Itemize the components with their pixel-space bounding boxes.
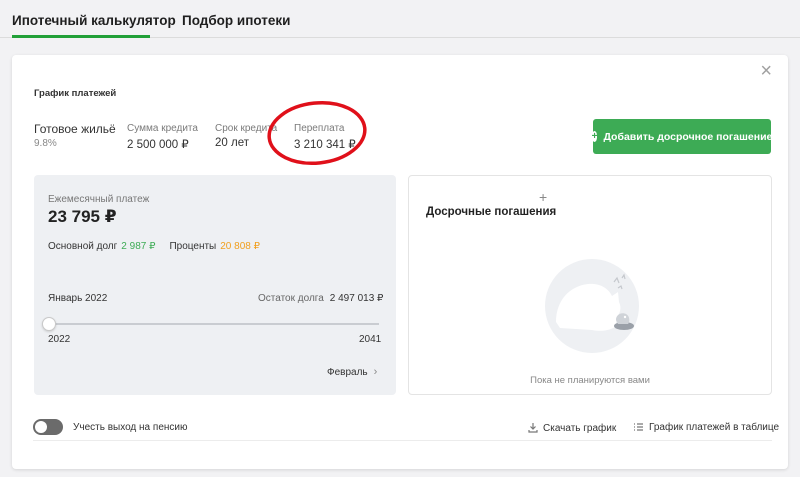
payment-breakdown: Основной долг 2 987 ₽ Проценты 20 808 ₽ bbox=[48, 241, 260, 252]
monthly-payment-label: Ежемесячный платеж bbox=[48, 194, 150, 205]
product-rate: 9.8% bbox=[34, 138, 57, 149]
loan-amount-label: Сумма кредита bbox=[127, 123, 198, 134]
overpayment-value: 3 210 341 ₽ bbox=[294, 139, 356, 151]
remaining-balance-value: 2 497 013 ₽ bbox=[329, 293, 384, 304]
loan-term: Срок кредита 20 лет bbox=[215, 123, 277, 149]
chevron-right-icon: › bbox=[373, 366, 378, 378]
schedule-table-label: График платежей в таблице bbox=[649, 422, 780, 433]
download-schedule-label: Скачать график bbox=[543, 423, 617, 434]
early-repayments-title: Досрочные погашения bbox=[426, 206, 557, 218]
slider-end-year: 2041 bbox=[359, 334, 382, 345]
interest-label: Проценты bbox=[169, 241, 217, 252]
overpayment-label: Переплата bbox=[294, 123, 345, 134]
loan-term-label: Срок кредита bbox=[215, 123, 278, 134]
loan-amount-value: 2 500 000 ₽ bbox=[127, 139, 189, 151]
close-icon[interactable]: × bbox=[760, 61, 772, 81]
empty-state-cat-icon bbox=[545, 259, 639, 353]
loan-amount: Сумма кредита 2 500 000 ₽ bbox=[127, 123, 198, 151]
timeline-slider-handle[interactable] bbox=[42, 317, 56, 331]
interest-value: 20 808 ₽ bbox=[220, 241, 260, 252]
next-month-button[interactable]: Февраль › bbox=[327, 366, 377, 378]
monthly-payment-value: 23 795 ₽ bbox=[48, 207, 117, 226]
monthly-payment-panel: Ежемесячный платеж 23 795 ₽ Основной дол… bbox=[34, 175, 396, 395]
next-month-label: Февраль bbox=[327, 367, 368, 378]
product-info: Готовое жильё 9.8% bbox=[34, 122, 116, 149]
remaining-balance: Остаток долга 2 497 013 ₽ bbox=[258, 293, 383, 304]
footer-divider bbox=[33, 440, 772, 441]
section-title: График платежей bbox=[34, 88, 117, 99]
early-repayments-panel: + Досрочные погашения Пока не планируютс… bbox=[408, 175, 772, 395]
product-name: Готовое жильё bbox=[34, 122, 116, 136]
remaining-balance-label: Остаток долга bbox=[258, 293, 324, 304]
schedule-table-link[interactable]: График платежей в таблице bbox=[633, 422, 779, 433]
tab-mortgage-calculator[interactable]: Ипотечный калькулятор bbox=[12, 13, 176, 28]
pension-toggle[interactable] bbox=[33, 419, 63, 435]
empty-state-text: Пока не планируются вами bbox=[530, 375, 650, 386]
active-tab-indicator bbox=[12, 35, 150, 38]
tab-bar: Ипотечный калькулятор Подбор ипотеки bbox=[0, 0, 800, 38]
pension-toggle-label: Учесть выход на пенсию bbox=[73, 422, 188, 433]
plus-circle-icon: + bbox=[591, 131, 598, 142]
principal-value: 2 987 ₽ bbox=[121, 241, 156, 252]
principal-label: Основной долг bbox=[48, 241, 118, 252]
toggle-knob bbox=[35, 421, 47, 433]
add-icon[interactable]: + bbox=[539, 189, 547, 205]
overpayment: Переплата 3 210 341 ₽ bbox=[294, 123, 356, 151]
list-icon bbox=[634, 423, 643, 431]
slider-start-year: 2022 bbox=[48, 334, 71, 345]
selected-month: Январь 2022 bbox=[48, 293, 108, 304]
payment-schedule-card: × График платежей Готовое жильё 9.8% Сум… bbox=[12, 55, 788, 469]
timeline-slider-track[interactable] bbox=[48, 323, 379, 325]
download-icon bbox=[528, 423, 538, 433]
tab-mortgage-selection[interactable]: Подбор ипотеки bbox=[182, 13, 290, 28]
loan-term-value: 20 лет bbox=[215, 137, 249, 149]
add-early-repayment-label: Добавить досрочное погашение bbox=[603, 130, 773, 143]
add-early-repayment-button[interactable]: + Добавить досрочное погашение bbox=[591, 119, 773, 154]
download-schedule-link[interactable]: Скачать график bbox=[528, 422, 616, 434]
